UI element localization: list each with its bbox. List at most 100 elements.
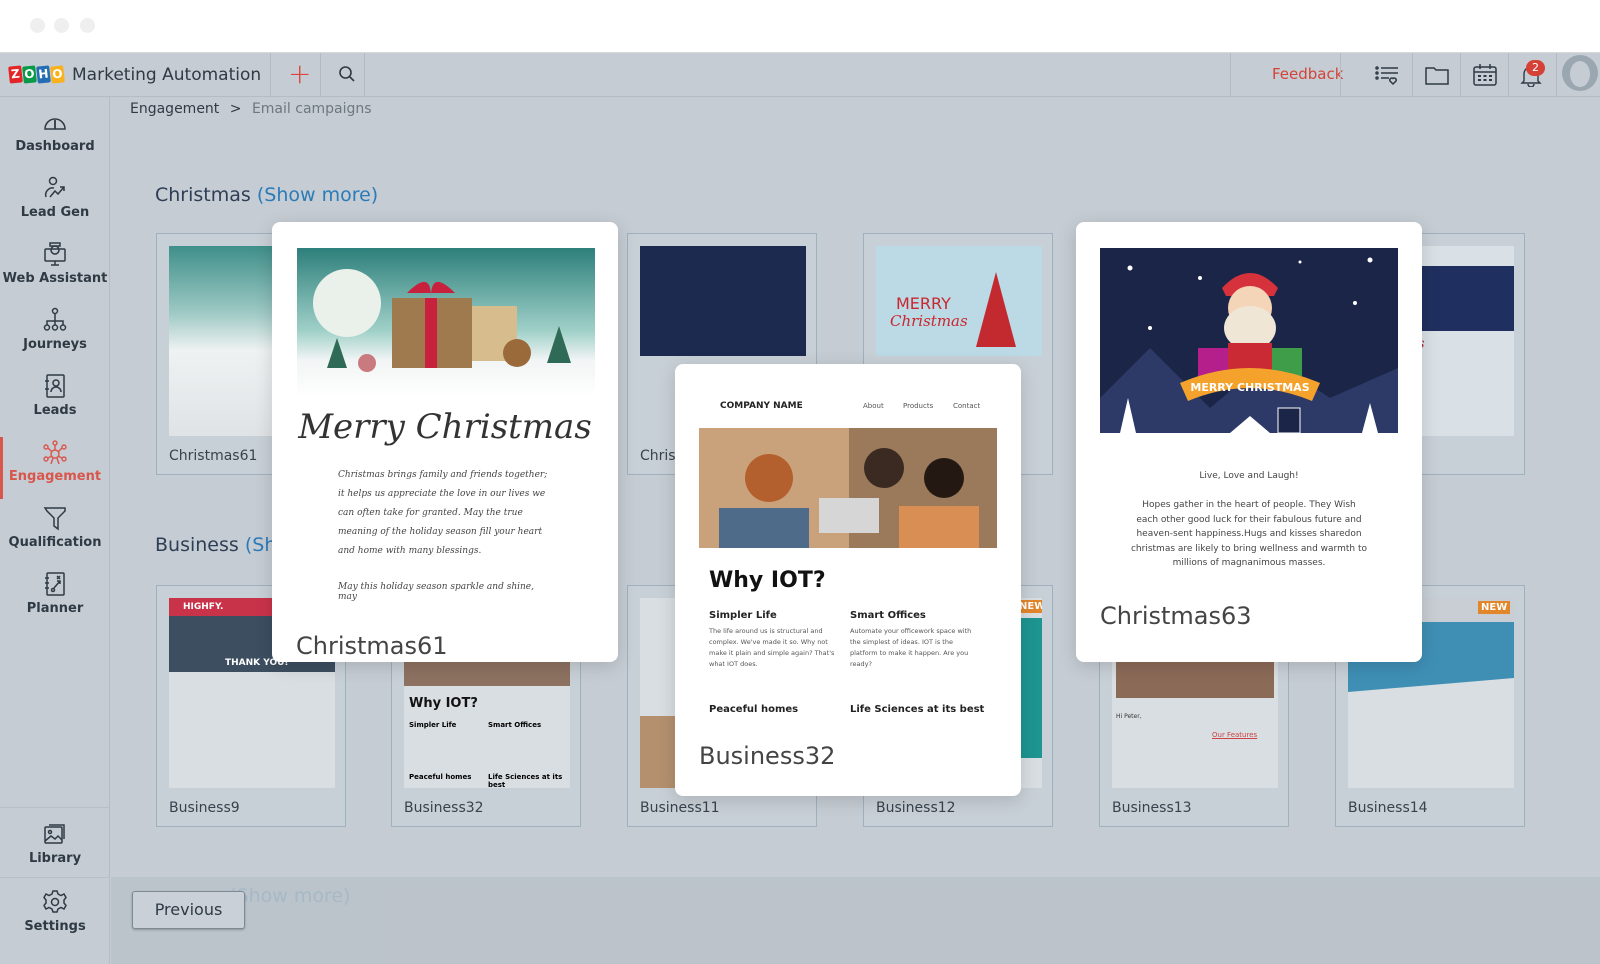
divider bbox=[364, 53, 365, 97]
sidebar-item-label: Qualification bbox=[8, 535, 102, 550]
dashboard-gauge-icon bbox=[44, 118, 66, 130]
divider bbox=[1412, 53, 1413, 97]
tree-shape bbox=[976, 272, 1016, 347]
top-bar: Z O H O Marketing Automation + Feedback … bbox=[0, 53, 1600, 97]
preview-body: May this holiday season sparkle and shin… bbox=[338, 582, 534, 602]
notification-badge: 2 bbox=[1526, 60, 1545, 76]
template-preview-christmas61[interactable]: Merry Christmas Christmas brings family … bbox=[272, 222, 618, 662]
divider bbox=[270, 53, 271, 97]
sidebar-item-label: Web Assistant bbox=[2, 271, 108, 286]
sidebar-item-label: Settings bbox=[24, 919, 86, 934]
divider bbox=[0, 877, 110, 878]
preview-nav-products: Products bbox=[903, 402, 934, 410]
gear-icon bbox=[43, 890, 67, 913]
logo-letter: Z bbox=[8, 65, 23, 84]
breadcrumb: Engagement > Email campaigns bbox=[130, 101, 372, 117]
calendar-icon[interactable] bbox=[1472, 63, 1498, 87]
journeys-icon bbox=[43, 307, 67, 331]
feedback-link[interactable]: Feedback bbox=[1272, 65, 1343, 83]
app-title: Marketing Automation bbox=[72, 65, 262, 85]
thumb-text: MERRY bbox=[896, 294, 951, 313]
christmas63-banner-text: MERRY CHRISTMAS bbox=[1190, 381, 1309, 394]
template-thumbnail bbox=[640, 246, 806, 356]
divider bbox=[1556, 53, 1557, 97]
preview-body: Christmas brings family and friends toge… bbox=[338, 470, 548, 556]
user-avatar[interactable] bbox=[1562, 55, 1598, 91]
sidebar-item-dashboard[interactable]: Dashboard bbox=[0, 109, 110, 175]
preview-nav-contact: Contact bbox=[953, 402, 981, 410]
business32-team-photo bbox=[699, 428, 997, 548]
sidebar-item-label: Library bbox=[28, 851, 82, 866]
window-minimize-button[interactable] bbox=[54, 18, 69, 33]
app-window: Z O H O Marketing Automation + Feedback … bbox=[0, 53, 1600, 964]
engagement-icon bbox=[43, 440, 67, 465]
window-titlebar bbox=[0, 0, 1600, 53]
search-icon[interactable] bbox=[338, 65, 356, 83]
thumb-text: Why IOT? bbox=[409, 696, 478, 711]
preview-tagline: Live, Love and Laugh! bbox=[1199, 471, 1299, 481]
folder-icon[interactable] bbox=[1424, 63, 1450, 87]
sidebar-item-leads[interactable]: Leads bbox=[0, 373, 110, 439]
template-name: Christmas61 bbox=[169, 448, 258, 464]
template-name: Business14 bbox=[1348, 800, 1428, 816]
sidebar-item-lead-gen[interactable]: Lead Gen bbox=[0, 175, 110, 241]
divider bbox=[1508, 53, 1509, 97]
sidebar-item-planner[interactable]: Planner bbox=[0, 571, 110, 637]
planner-icon bbox=[45, 572, 65, 596]
zoho-logo[interactable]: Z O H O bbox=[8, 65, 65, 84]
thumb-text: Our Features bbox=[1212, 731, 1258, 739]
template-name: Business13 bbox=[1112, 800, 1192, 816]
window-zoom-button[interactable] bbox=[80, 18, 95, 33]
sidebar-item-web-assistant[interactable]: Web Assistant bbox=[0, 241, 110, 307]
funnel-icon bbox=[43, 507, 66, 531]
sidebar-item-label: Engagement bbox=[8, 469, 102, 484]
preview-company-name: COMPANY NAME bbox=[720, 401, 803, 411]
show-more-link[interactable]: (Show more) bbox=[229, 885, 350, 907]
preview-heading: Merry Christmas bbox=[298, 407, 592, 447]
divider bbox=[0, 807, 110, 808]
section-name: Christmas bbox=[155, 184, 251, 206]
add-button[interactable]: + bbox=[288, 57, 311, 90]
divider bbox=[320, 53, 321, 97]
new-badge: NEW bbox=[1478, 601, 1511, 614]
preview-nav-about: About bbox=[863, 402, 884, 410]
template-preview-christmas63[interactable]: MERRY CHRISTMAS Live, Love and Laugh! Ho… bbox=[1076, 222, 1422, 662]
divider bbox=[1460, 53, 1461, 97]
breadcrumb-separator: > bbox=[229, 101, 242, 117]
template-name: Business32 bbox=[404, 800, 484, 816]
window-close-button[interactable] bbox=[30, 18, 45, 33]
thumb-text: Smart Offices bbox=[488, 721, 542, 729]
divider bbox=[1230, 53, 1231, 97]
previous-button[interactable]: Previous bbox=[132, 891, 245, 929]
favorites-list-icon[interactable] bbox=[1374, 63, 1400, 87]
sidebar-item-engagement[interactable]: Engagement bbox=[0, 437, 110, 505]
preview-column-title: Life Sciences at its best bbox=[850, 704, 985, 715]
sidebar-item-label: Lead Gen bbox=[20, 205, 90, 220]
preview-column-text: The life around us is structural and com… bbox=[709, 627, 835, 668]
preview-template-name: Business32 bbox=[699, 742, 836, 770]
logo-letter: O bbox=[22, 65, 37, 84]
breadcrumb-current: Email campaigns bbox=[251, 101, 372, 117]
christmas63-banner-image: MERRY CHRISTMAS bbox=[1100, 248, 1398, 446]
section-title-christmas: Christmas (Show more) bbox=[155, 184, 378, 206]
sidebar-item-settings[interactable]: Settings bbox=[0, 889, 110, 955]
template-name: Business12 bbox=[876, 800, 956, 816]
sidebar-item-qualification[interactable]: Qualification bbox=[0, 505, 110, 571]
sidebar-item-label: Leads bbox=[33, 403, 77, 418]
sidebar-item-label: Planner bbox=[26, 601, 84, 616]
sidebar-item-label: Dashboard bbox=[15, 139, 95, 154]
preview-column-title: Simpler Life bbox=[709, 610, 777, 621]
thumb-text: Simpler Life bbox=[409, 721, 457, 729]
section-name: Business bbox=[155, 534, 239, 556]
christmas61-banner-image bbox=[297, 248, 595, 398]
sidebar-item-label: Journeys bbox=[23, 337, 87, 352]
preview-template-name: Christmas63 bbox=[1100, 602, 1252, 630]
template-preview-business32[interactable]: COMPANY NAME About Products Contact Why … bbox=[675, 364, 1021, 796]
lead-gen-icon bbox=[44, 176, 65, 198]
breadcrumb-engagement[interactable]: Engagement bbox=[130, 101, 219, 117]
preview-heading: Why IOT? bbox=[709, 568, 826, 593]
template-name: Business9 bbox=[169, 800, 240, 816]
web-assistant-icon bbox=[44, 242, 66, 266]
sidebar-item-journeys[interactable]: Journeys bbox=[0, 307, 110, 373]
show-more-link[interactable]: (Show more) bbox=[257, 184, 378, 206]
